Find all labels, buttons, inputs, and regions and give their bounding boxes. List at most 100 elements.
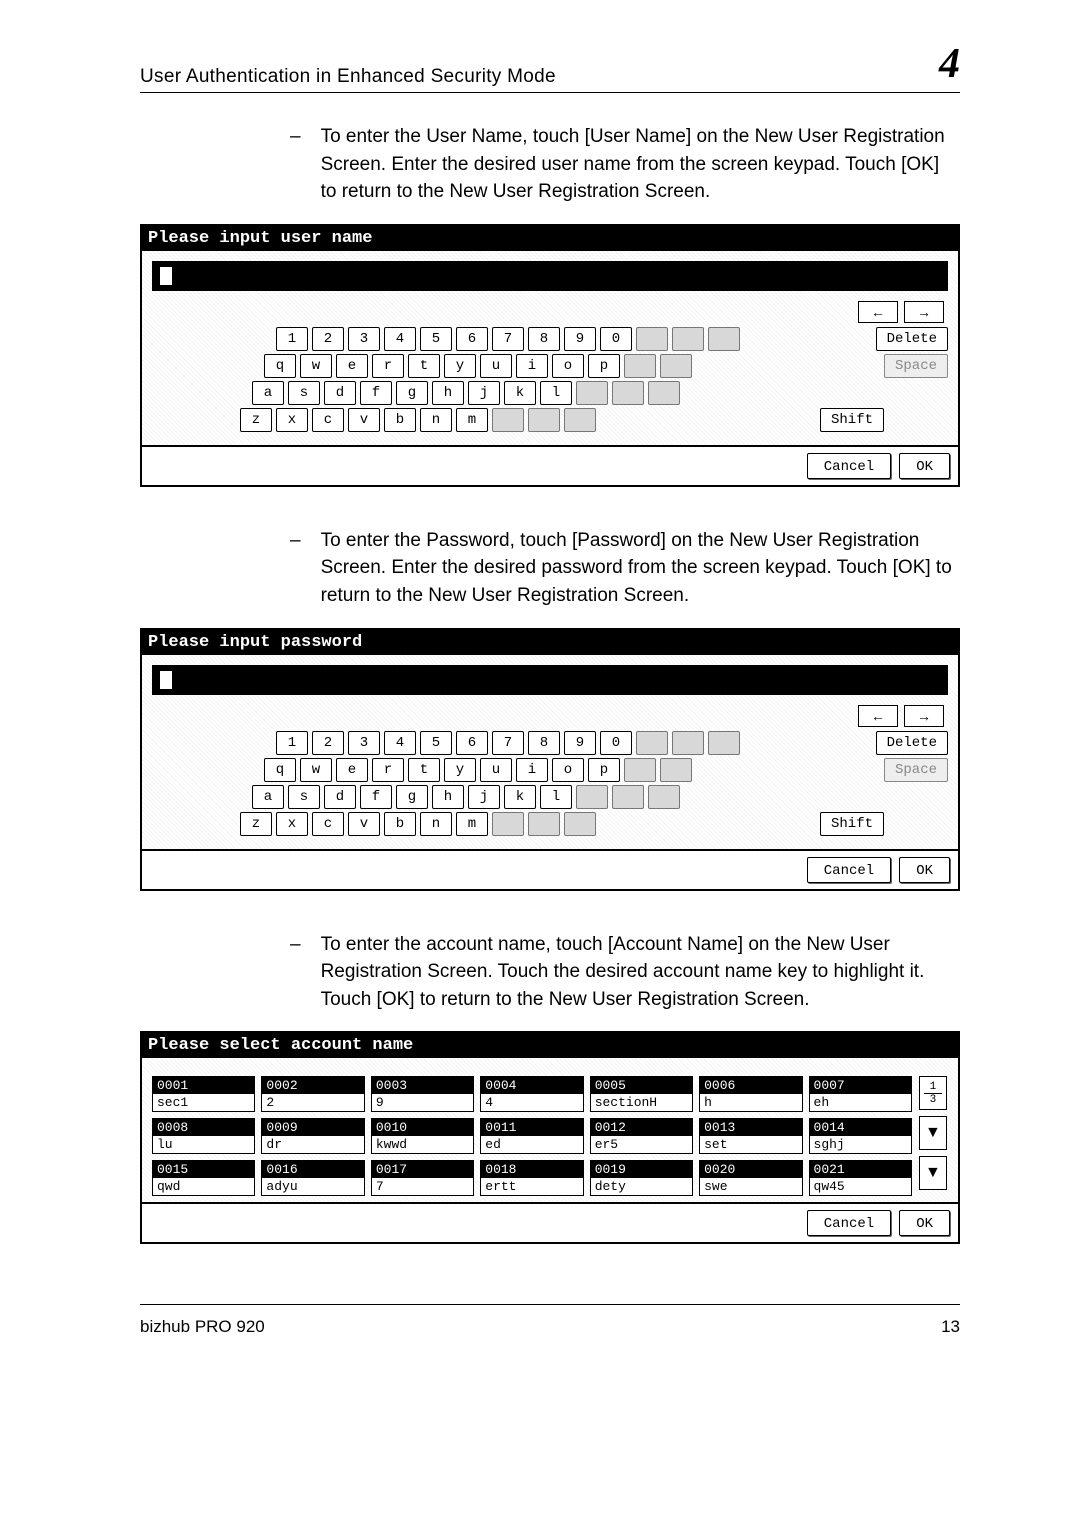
key-g[interactable]: g: [396, 785, 428, 809]
key-z[interactable]: z: [240, 812, 272, 836]
account-cell[interactable]: 0013set: [699, 1118, 802, 1154]
key-5[interactable]: 5: [420, 731, 452, 755]
key-x[interactable]: x: [276, 408, 308, 432]
account-cell[interactable]: 0018ertt: [480, 1160, 583, 1196]
key-f[interactable]: f: [360, 381, 392, 405]
key-1[interactable]: 1: [276, 327, 308, 351]
key-h[interactable]: h: [432, 785, 464, 809]
key-i[interactable]: i: [516, 758, 548, 782]
key-f[interactable]: f: [360, 785, 392, 809]
key-g[interactable]: g: [396, 381, 428, 405]
key-e[interactable]: e: [336, 758, 368, 782]
key-x[interactable]: x: [276, 812, 308, 836]
key-z[interactable]: z: [240, 408, 272, 432]
account-cell[interactable]: 0016adyu: [261, 1160, 364, 1196]
key-r[interactable]: r: [372, 758, 404, 782]
arrow-right-key[interactable]: →: [904, 705, 944, 727]
key-j[interactable]: j: [468, 785, 500, 809]
account-cell[interactable]: 0015qwd: [152, 1160, 255, 1196]
key-n[interactable]: n: [420, 812, 452, 836]
account-cell[interactable]: 0021qw45: [809, 1160, 912, 1196]
key-o[interactable]: o: [552, 354, 584, 378]
key-j[interactable]: j: [468, 381, 500, 405]
key-d[interactable]: d: [324, 381, 356, 405]
key-7[interactable]: 7: [492, 327, 524, 351]
key-u[interactable]: u: [480, 354, 512, 378]
account-cell[interactable]: 0014sghj: [809, 1118, 912, 1154]
cancel-button[interactable]: Cancel: [807, 453, 891, 479]
account-cell[interactable]: 0011ed: [480, 1118, 583, 1154]
key-b[interactable]: b: [384, 812, 416, 836]
key-i[interactable]: i: [516, 354, 548, 378]
ok-button[interactable]: OK: [899, 453, 950, 479]
space-key[interactable]: Space: [884, 354, 948, 378]
text-input-display[interactable]: [152, 665, 948, 695]
account-cell[interactable]: 0009dr: [261, 1118, 364, 1154]
account-cell[interactable]: 00177: [371, 1160, 474, 1196]
key-y[interactable]: y: [444, 758, 476, 782]
key-3[interactable]: 3: [348, 731, 380, 755]
key-k[interactable]: k: [504, 381, 536, 405]
account-cell[interactable]: 0010kwwd: [371, 1118, 474, 1154]
arrow-left-key[interactable]: ←: [858, 301, 898, 323]
arrow-right-key[interactable]: →: [904, 301, 944, 323]
key-v[interactable]: v: [348, 812, 380, 836]
key-w[interactable]: w: [300, 354, 332, 378]
key-v[interactable]: v: [348, 408, 380, 432]
key-n[interactable]: n: [420, 408, 452, 432]
key-7[interactable]: 7: [492, 731, 524, 755]
key-0[interactable]: 0: [600, 731, 632, 755]
key-a[interactable]: a: [252, 381, 284, 405]
key-c[interactable]: c: [312, 408, 344, 432]
key-q[interactable]: q: [264, 758, 296, 782]
key-6[interactable]: 6: [456, 327, 488, 351]
key-q[interactable]: q: [264, 354, 296, 378]
key-d[interactable]: d: [324, 785, 356, 809]
account-cell[interactable]: 0001sec1: [152, 1076, 255, 1112]
account-cell[interactable]: 00039: [371, 1076, 474, 1112]
key-8[interactable]: 8: [528, 327, 560, 351]
account-cell[interactable]: 0019dety: [590, 1160, 693, 1196]
key-e[interactable]: e: [336, 354, 368, 378]
account-cell[interactable]: 00044: [480, 1076, 583, 1112]
arrow-left-key[interactable]: ←: [858, 705, 898, 727]
shift-key[interactable]: Shift: [820, 812, 884, 836]
key-h[interactable]: h: [432, 381, 464, 405]
key-s[interactable]: s: [288, 785, 320, 809]
shift-key[interactable]: Shift: [820, 408, 884, 432]
key-a[interactable]: a: [252, 785, 284, 809]
key-c[interactable]: c: [312, 812, 344, 836]
scroll-down-button[interactable]: ▼: [919, 1116, 947, 1150]
delete-key[interactable]: Delete: [876, 731, 948, 755]
account-cell[interactable]: 0007eh: [809, 1076, 912, 1112]
key-t[interactable]: t: [408, 758, 440, 782]
key-l[interactable]: l: [540, 381, 572, 405]
key-2[interactable]: 2: [312, 327, 344, 351]
account-cell[interactable]: 00022: [261, 1076, 364, 1112]
key-l[interactable]: l: [540, 785, 572, 809]
key-r[interactable]: r: [372, 354, 404, 378]
key-9[interactable]: 9: [564, 327, 596, 351]
key-b[interactable]: b: [384, 408, 416, 432]
account-cell[interactable]: 0006h: [699, 1076, 802, 1112]
key-8[interactable]: 8: [528, 731, 560, 755]
key-p[interactable]: p: [588, 354, 620, 378]
key-2[interactable]: 2: [312, 731, 344, 755]
key-w[interactable]: w: [300, 758, 332, 782]
key-k[interactable]: k: [504, 785, 536, 809]
account-cell[interactable]: 0012er5: [590, 1118, 693, 1154]
key-9[interactable]: 9: [564, 731, 596, 755]
key-m[interactable]: m: [456, 812, 488, 836]
key-0[interactable]: 0: [600, 327, 632, 351]
key-1[interactable]: 1: [276, 731, 308, 755]
key-4[interactable]: 4: [384, 731, 416, 755]
key-5[interactable]: 5: [420, 327, 452, 351]
ok-button[interactable]: OK: [899, 857, 950, 883]
key-4[interactable]: 4: [384, 327, 416, 351]
account-cell[interactable]: 0020swe: [699, 1160, 802, 1196]
account-cell[interactable]: 0005sectionH: [590, 1076, 693, 1112]
key-y[interactable]: y: [444, 354, 476, 378]
cancel-button[interactable]: Cancel: [807, 1210, 891, 1236]
key-t[interactable]: t: [408, 354, 440, 378]
key-6[interactable]: 6: [456, 731, 488, 755]
